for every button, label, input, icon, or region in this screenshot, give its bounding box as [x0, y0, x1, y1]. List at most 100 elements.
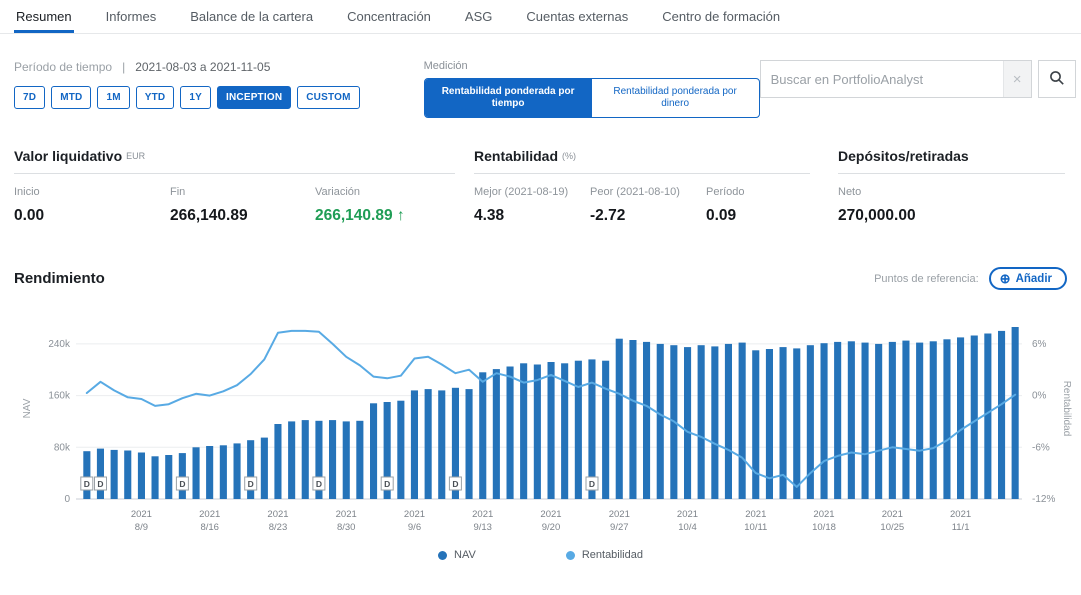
svg-text:D: D: [179, 479, 185, 489]
stat-mejor: Mejor (2021-08-19) 4.38: [474, 186, 590, 225]
svg-text:2021: 2021: [404, 509, 425, 520]
range-button-mtd[interactable]: MTD: [51, 86, 91, 109]
clear-search-icon[interactable]: ×: [1003, 61, 1031, 97]
measure-block: Medición Rentabilidad ponderada por tiem…: [424, 60, 760, 118]
legend-item-rentabilidad[interactable]: Rentabilidad: [566, 549, 643, 561]
performance-chart-wrap: 0-12%80k-6%160k0%240k6%DDDDDDDD20218/920…: [0, 304, 1081, 549]
add-benchmark-button[interactable]: ⊕ Añadir: [989, 267, 1067, 290]
svg-text:D: D: [248, 479, 254, 489]
range-button-1m[interactable]: 1M: [97, 86, 129, 109]
svg-text:160k: 160k: [48, 391, 71, 402]
stat-periodo: Período 0.09: [706, 186, 810, 225]
tab-asg[interactable]: ASG: [463, 0, 494, 33]
tab-centro-formacion[interactable]: Centro de formación: [660, 0, 782, 33]
performance-title: Rendimiento: [14, 270, 105, 287]
search-icon: [1049, 70, 1065, 89]
up-arrow-icon: ↑: [397, 207, 405, 224]
nav-legend-dot-icon: [438, 551, 447, 560]
svg-text:0%: 0%: [1032, 391, 1047, 402]
stat-fin: Fin 266,140.89: [170, 186, 315, 225]
svg-text:9/13: 9/13: [473, 522, 492, 533]
nav-value-section: Valor liquidativoEUR Inicio 0.00 Fin 266…: [14, 148, 455, 225]
measure-toggle: Rentabilidad ponderada por tiempo Rentab…: [424, 78, 760, 118]
stat-variacion: Variación 266,140.89 ↑: [315, 186, 455, 225]
svg-text:-12%: -12%: [1032, 494, 1055, 505]
svg-text:D: D: [384, 479, 390, 489]
stat-peor: Peor (2021-08-10) -2.72: [590, 186, 706, 225]
svg-text:8/23: 8/23: [269, 522, 288, 533]
svg-text:6%: 6%: [1032, 339, 1047, 350]
top-nav: Resumen Informes Balance de la cartera C…: [0, 0, 1081, 34]
svg-text:11/1: 11/1: [952, 522, 970, 533]
svg-text:80k: 80k: [54, 442, 71, 453]
svg-text:9/6: 9/6: [408, 522, 421, 533]
svg-text:NAV: NAV: [22, 398, 33, 418]
legend-item-nav[interactable]: NAV: [438, 549, 476, 561]
svg-text:-6%: -6%: [1032, 442, 1050, 453]
svg-text:2021: 2021: [199, 509, 220, 520]
period-block: Período de tiempo | 2021-08-03 a 2021-11…: [14, 60, 360, 109]
return-legend-dot-icon: [566, 551, 575, 560]
svg-text:D: D: [589, 479, 595, 489]
summary-stats: Valor liquidativoEUR Inicio 0.00 Fin 266…: [0, 118, 1081, 225]
tab-cuentas-externas[interactable]: Cuentas externas: [524, 0, 630, 33]
performance-header: Rendimiento Puntos de referencia: ⊕ Añad…: [0, 225, 1081, 290]
svg-text:2021: 2021: [267, 509, 288, 520]
svg-text:0: 0: [64, 494, 70, 505]
section-divider: [838, 173, 1065, 174]
svg-text:2021: 2021: [609, 509, 630, 520]
svg-text:9/27: 9/27: [610, 522, 629, 533]
return-section: Rentabilidad(%) Mejor (2021-08-19) 4.38 …: [474, 148, 810, 225]
range-button-1y[interactable]: 1Y: [180, 86, 211, 109]
measure-label: Medición: [424, 60, 760, 72]
svg-text:240k: 240k: [48, 339, 71, 350]
range-button-ytd[interactable]: YTD: [136, 86, 175, 109]
range-button-custom[interactable]: CUSTOM: [297, 86, 359, 109]
stat-neto: Neto 270,000.00: [838, 186, 1065, 225]
svg-text:2021: 2021: [813, 509, 834, 520]
tab-balance-cartera[interactable]: Balance de la cartera: [188, 0, 315, 33]
svg-text:D: D: [316, 479, 322, 489]
deposits-section: Depósitos/retiradas Neto 270,000.00: [838, 148, 1065, 225]
svg-text:D: D: [84, 479, 90, 489]
svg-text:2021: 2021: [950, 509, 971, 520]
search-input[interactable]: [761, 61, 1003, 97]
svg-text:2021: 2021: [472, 509, 493, 520]
svg-text:2021: 2021: [540, 509, 561, 520]
range-button-inception[interactable]: INCEPTION: [217, 86, 291, 109]
section-divider: [14, 173, 455, 174]
svg-text:2021: 2021: [677, 509, 698, 520]
period-value: 2021-08-03 a 2021-11-05: [135, 60, 270, 74]
section-unit: EUR: [126, 151, 145, 161]
svg-text:10/18: 10/18: [812, 522, 836, 533]
svg-text:2021: 2021: [336, 509, 357, 520]
measure-option-time-weighted[interactable]: Rentabilidad ponderada por tiempo: [425, 79, 592, 117]
tab-concentracion[interactable]: Concentración: [345, 0, 433, 33]
benchmarks-label: Puntos de referencia:: [874, 273, 979, 285]
controls-bar: Período de tiempo | 2021-08-03 a 2021-11…: [0, 34, 1081, 118]
section-title-valor-liquidativo: Valor liquidativoEUR: [14, 148, 455, 164]
performance-chart: 0-12%80k-6%160k0%240k6%DDDDDDDD20218/920…: [0, 304, 1081, 544]
section-title-rentabilidad: Rentabilidad(%): [474, 148, 810, 164]
tab-resumen[interactable]: Resumen: [14, 0, 74, 33]
benchmarks-block: Puntos de referencia: ⊕ Añadir: [874, 267, 1067, 290]
svg-text:10/4: 10/4: [678, 522, 697, 533]
tab-informes[interactable]: Informes: [104, 0, 159, 33]
svg-text:Rentabilidad: Rentabilidad: [1061, 381, 1072, 437]
svg-text:2021: 2021: [882, 509, 903, 520]
svg-text:D: D: [452, 479, 458, 489]
search-button[interactable]: [1038, 60, 1076, 98]
section-unit: (%): [562, 151, 576, 161]
period-separator: |: [122, 60, 125, 74]
plus-circle-icon: ⊕: [1000, 272, 1011, 285]
svg-text:10/25: 10/25: [880, 522, 904, 533]
measure-option-money-weighted[interactable]: Rentabilidad ponderada por dinero: [592, 79, 759, 117]
search-box: ×: [760, 60, 1032, 98]
section-title-depositos: Depósitos/retiradas: [838, 148, 1065, 164]
svg-text:2021: 2021: [745, 509, 766, 520]
range-button-7d[interactable]: 7D: [14, 86, 45, 109]
svg-text:D: D: [97, 479, 103, 489]
svg-text:2021: 2021: [131, 509, 152, 520]
search-block: ×: [760, 60, 1076, 98]
svg-text:8/16: 8/16: [200, 522, 219, 533]
